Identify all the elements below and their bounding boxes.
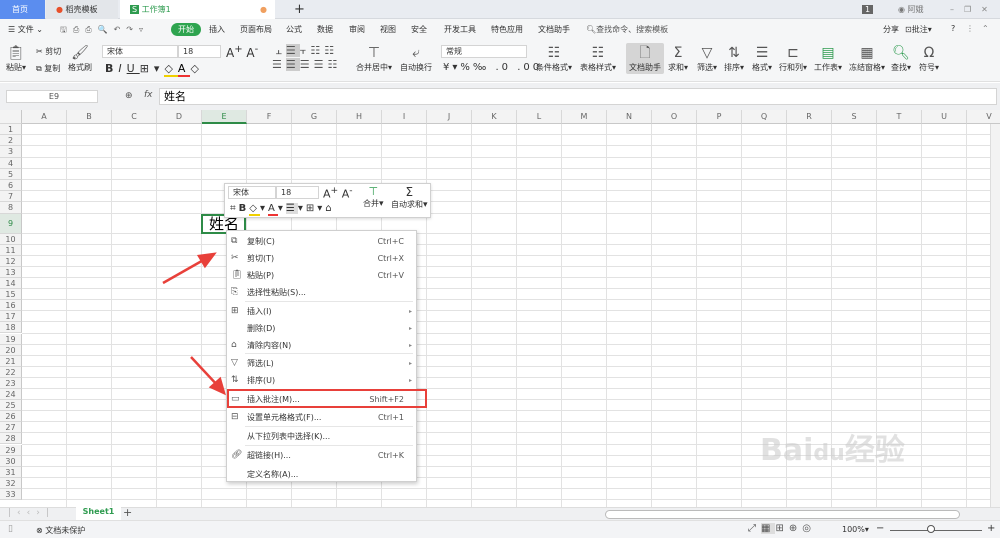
red-arrow — [162, 256, 208, 285]
sheet-tab-bar: |‹‹›| Sheet1 + — [0, 506, 1000, 520]
zoom-level[interactable]: 100%▾ — [842, 525, 869, 534]
zoom-label: 100% — [842, 525, 865, 534]
protect-status[interactable]: ⊗ 文档未保护 — [36, 525, 85, 536]
shield-icon: ⊗ — [36, 526, 43, 535]
add-sheet-button[interactable]: + — [123, 506, 132, 519]
horizontal-scrollbar[interactable] — [605, 510, 960, 519]
status-doc-icon: ▯ — [8, 524, 13, 534]
zoom-slider-handle[interactable] — [927, 525, 935, 533]
view-mode-buttons[interactable]: ⤢▦⊞⊕◎ — [748, 523, 816, 534]
protect-label: 文档未保护 — [45, 526, 86, 535]
zoom-out-button[interactable]: − — [876, 523, 884, 534]
status-bar: ▯ ⊗ 文档未保护 ⤢▦⊞⊕◎ 100%▾ − + — [0, 520, 1000, 538]
zoom-slider[interactable] — [890, 530, 982, 531]
sheet-tab-sheet1[interactable]: Sheet1 — [76, 507, 121, 520]
sheet-nav-buttons[interactable]: |‹‹›| — [8, 508, 55, 518]
arrow-head — [196, 252, 217, 269]
zoom-in-button[interactable]: + — [987, 523, 995, 534]
watermark: Baidu经验 — [760, 433, 905, 468]
